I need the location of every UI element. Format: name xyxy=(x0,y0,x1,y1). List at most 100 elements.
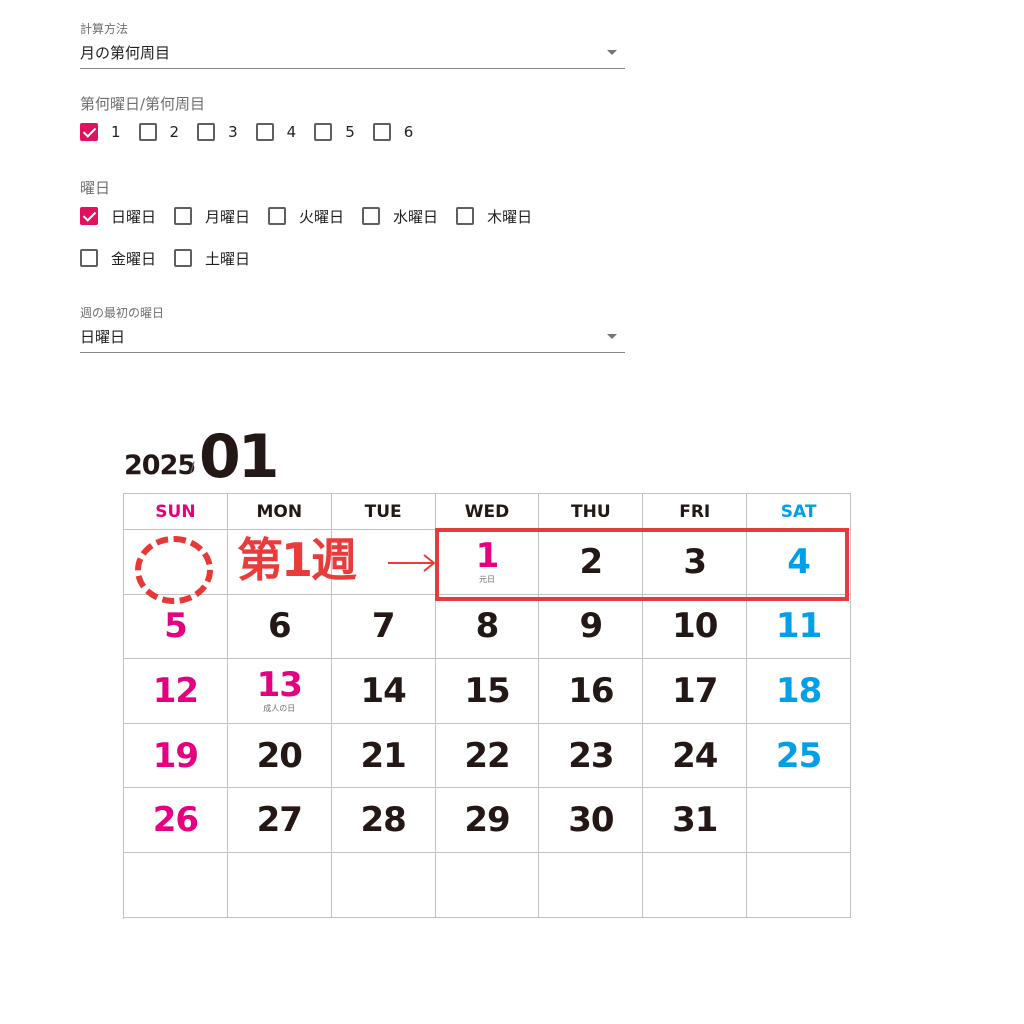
calendar-day-cell: 24 xyxy=(643,723,748,789)
day-number: 25 xyxy=(775,735,822,776)
checkbox-unchecked-icon[interactable] xyxy=(80,249,98,267)
day-number: 7 xyxy=(371,606,396,647)
weekday-header-fri: FRI xyxy=(679,501,711,522)
checkbox-label: 1 xyxy=(111,123,121,141)
day-number: 27 xyxy=(256,800,303,841)
checkbox-unchecked-icon[interactable] xyxy=(362,207,381,225)
weekday-header-cell: WED xyxy=(435,494,540,530)
checkbox-unchecked-icon[interactable] xyxy=(174,249,193,267)
checkbox-checked-icon[interactable] xyxy=(80,207,98,225)
checkbox-label: 木曜日 xyxy=(487,207,533,226)
day-number: 9 xyxy=(579,606,604,647)
day-number: 12 xyxy=(152,670,199,711)
weekday-checkbox-5[interactable]: 木曜日 xyxy=(456,206,532,227)
weekday-checkbox-3[interactable]: 火曜日 xyxy=(268,206,344,227)
calendar-day-cell: 30 xyxy=(539,788,644,853)
day-number: 6 xyxy=(267,606,292,647)
weekday-header-cell: SAT xyxy=(747,494,852,530)
weekday-header-wed: WED xyxy=(464,501,510,522)
nth-week-checkbox-4[interactable]: 4 xyxy=(255,123,297,141)
weekday-checkbox-2[interactable]: 月曜日 xyxy=(174,206,250,227)
calendar-day-cell: 26 xyxy=(124,788,228,853)
checkbox-label: 4 xyxy=(286,123,297,141)
checkbox-label: 5 xyxy=(345,123,355,141)
nth-week-checkbox-2[interactable]: 2 xyxy=(138,123,180,141)
calendar-day-cell xyxy=(643,852,748,918)
checkbox-label: 金曜日 xyxy=(111,249,157,268)
checkbox-unchecked-icon[interactable] xyxy=(314,123,333,141)
weekday-header-sun: SUN xyxy=(155,501,196,522)
calendar-day-cell: 7 xyxy=(331,594,436,660)
calendar-week-row xyxy=(124,852,852,918)
calendar-week-row: 19 20 21 22 23 24 25 xyxy=(124,723,852,789)
day-number: 21 xyxy=(360,735,406,776)
weekday-header-tue: TUE xyxy=(364,501,402,522)
weekday-checkbox-7[interactable]: 土曜日 xyxy=(174,248,250,269)
checkbox-unchecked-icon[interactable] xyxy=(372,123,391,141)
calendar-day-cell xyxy=(435,852,540,918)
week-start-select[interactable]: 週の最初の曜日 日曜日 xyxy=(80,303,625,353)
calendar-day-cell: 18 xyxy=(747,659,852,724)
day-number: 16 xyxy=(568,670,614,711)
calendar-week-row: 26 27 28 29 30 31 xyxy=(124,788,852,853)
chevron-down-icon xyxy=(607,334,617,339)
calendar-day-cell: 22 xyxy=(435,723,540,789)
checkbox-label: 6 xyxy=(403,123,414,141)
nth-week-checkbox-1[interactable]: 1 xyxy=(80,123,121,141)
calendar-day-cell xyxy=(747,852,852,918)
calc-method-label: 計算方法 xyxy=(80,22,129,36)
calendar-day-cell: 21 xyxy=(331,723,436,789)
calendar-day-cell xyxy=(124,852,228,918)
day-number: 15 xyxy=(464,670,510,711)
week-start-value: 日曜日 xyxy=(80,328,126,346)
nth-week-checkbox-3[interactable]: 3 xyxy=(197,123,238,141)
day-number: 24 xyxy=(672,735,718,776)
calendar-day-cell xyxy=(747,788,852,853)
weekday-checkbox-1[interactable]: 日曜日 xyxy=(80,206,156,227)
checkbox-unchecked-icon[interactable] xyxy=(456,207,475,225)
day-number: 11 xyxy=(775,606,822,647)
checkbox-label: 水曜日 xyxy=(393,207,439,226)
checkbox-label: 土曜日 xyxy=(205,249,251,268)
nth-week-checkbox-group: 1 2 3 4 5 6 xyxy=(80,122,431,142)
calc-method-value: 月の第何周目 xyxy=(80,44,171,62)
weekday-header-cell: TUE xyxy=(331,494,436,530)
calendar-day-cell xyxy=(331,852,436,918)
checkbox-unchecked-icon[interactable] xyxy=(268,207,287,225)
day-number: 31 xyxy=(672,800,718,841)
calc-method-select[interactable]: 計算方法 月の第何周目 xyxy=(80,19,625,69)
weekday-checkbox-4[interactable]: 水曜日 xyxy=(362,206,438,227)
calendar-day-cell: 5 xyxy=(124,594,228,660)
day-number: 19 xyxy=(152,735,199,776)
day-number: 30 xyxy=(568,800,614,841)
checkbox-unchecked-icon[interactable] xyxy=(197,123,216,141)
checkbox-label: 火曜日 xyxy=(299,207,345,226)
weekday-header-sat: SAT xyxy=(780,501,817,522)
weekday-checkbox-6[interactable]: 金曜日 xyxy=(80,248,156,269)
checkbox-label: 月曜日 xyxy=(205,207,251,226)
checkbox-unchecked-icon[interactable] xyxy=(138,123,157,141)
nth-week-checkbox-5[interactable]: 5 xyxy=(314,123,355,141)
nth-week-checkbox-6[interactable]: 6 xyxy=(372,123,414,141)
calendar-day-cell: 8 xyxy=(435,594,540,660)
weekday-header-cell: SUN xyxy=(124,494,228,530)
checkbox-label: 2 xyxy=(169,123,180,141)
week-start-label: 週の最初の曜日 xyxy=(80,306,165,320)
weekday-checkbox-group-row-1: 日曜日 月曜日 火曜日 水曜日 木曜日 xyxy=(80,206,550,226)
checkbox-label: 日曜日 xyxy=(111,207,157,226)
calendar-day-cell xyxy=(227,852,332,918)
day-number: 20 xyxy=(256,735,303,776)
weekday-header-cell: THU xyxy=(539,494,644,530)
checkbox-checked-icon[interactable] xyxy=(80,123,98,141)
calendar-day-cell: 11 xyxy=(747,594,852,660)
calendar-day-cell: 28 xyxy=(331,788,436,853)
day-number: 29 xyxy=(464,800,510,841)
calendar-day-cell: 27 xyxy=(227,788,332,853)
first-week-label: 第1週 xyxy=(237,533,357,587)
checkbox-unchecked-icon[interactable] xyxy=(174,207,193,225)
calendar-day-cell: 19 xyxy=(124,723,228,789)
checkbox-unchecked-icon[interactable] xyxy=(255,123,274,141)
calendar-day-cell: 29 xyxy=(435,788,540,853)
calendar-day-cell: 17 xyxy=(643,659,748,724)
calendar-day-cell: 13 成人の日 xyxy=(227,659,332,724)
